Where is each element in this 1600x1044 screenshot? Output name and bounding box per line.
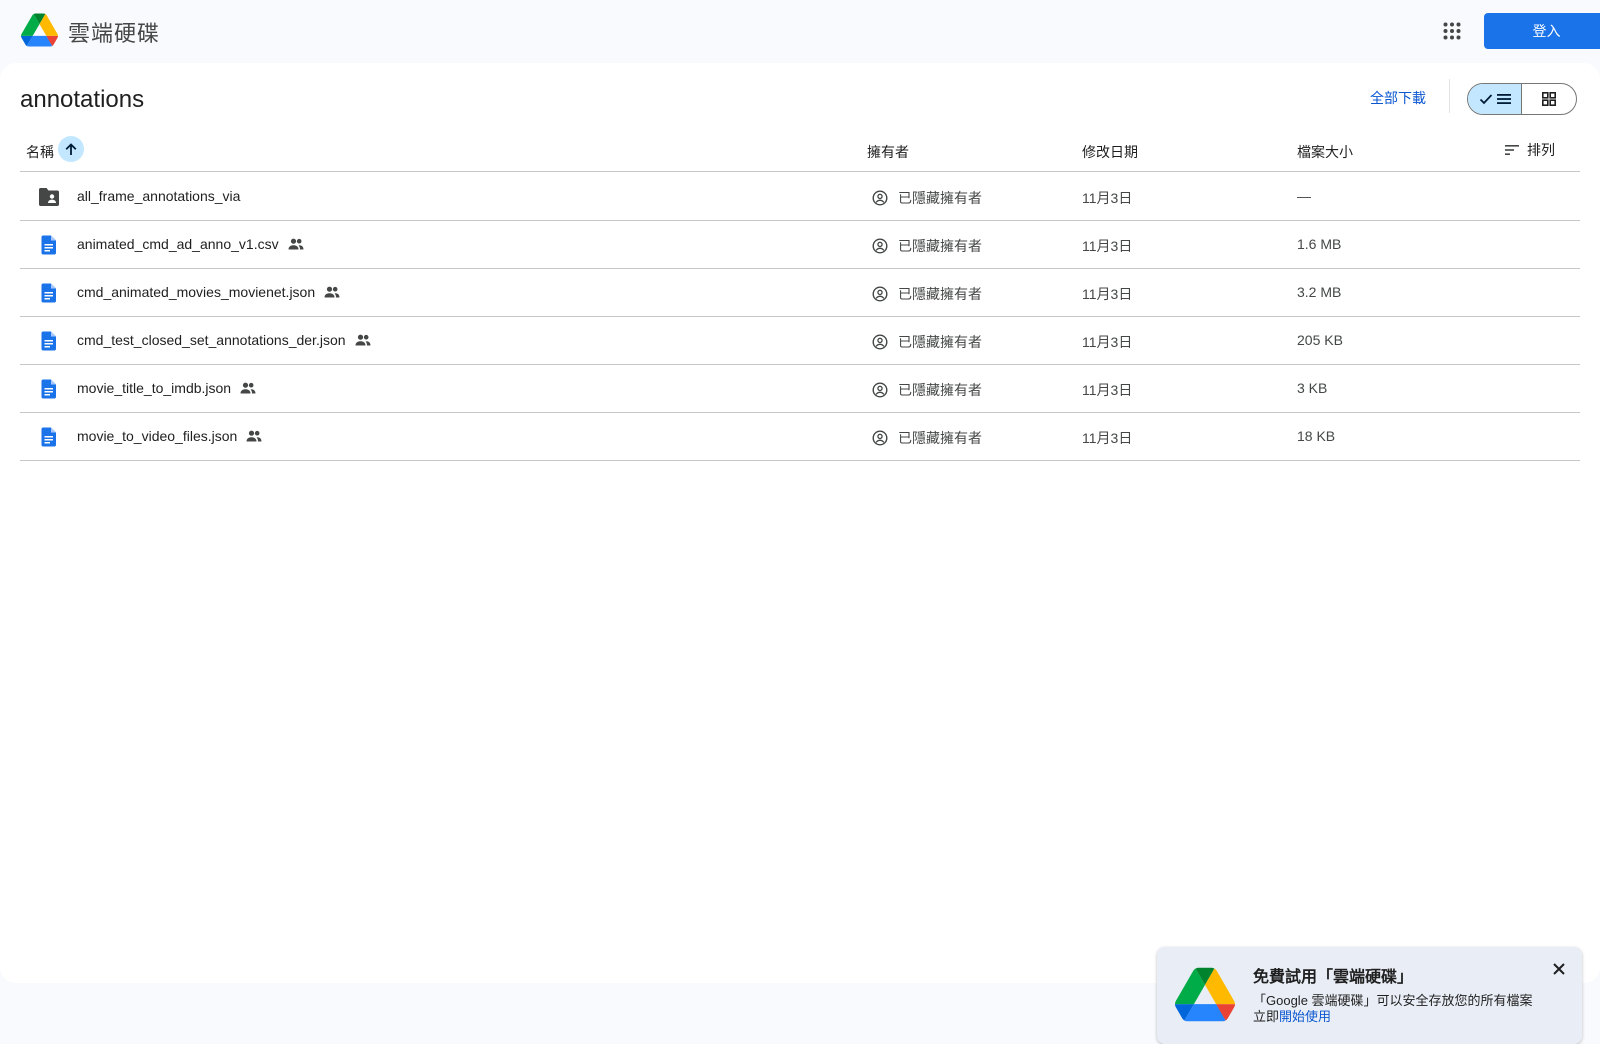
column-modified-header: 修改日期 — [1082, 144, 1138, 160]
shared-people-icon — [324, 286, 340, 298]
row-name-cell: movie_title_to_imdb.json — [77, 380, 256, 396]
owner-label: 已隱藏擁有者 — [898, 238, 982, 254]
file-name: movie_to_video_files.json — [77, 428, 238, 444]
column-owner-header: 擁有者 — [867, 144, 909, 160]
owner-label: 已隱藏擁有者 — [898, 190, 982, 206]
hidden-owner-icon — [872, 334, 888, 350]
promo-cta-prefix: 立即 — [1253, 1009, 1280, 1024]
sort-lines-icon — [1505, 144, 1519, 155]
arrow-up-icon — [65, 142, 77, 155]
toolbar-divider — [1449, 79, 1450, 113]
row-name-cell: all_frame_annotations_via — [77, 188, 240, 204]
owner-label: 已隱藏擁有者 — [898, 334, 982, 350]
row-owner-cell: 已隱藏擁有者 — [872, 380, 982, 400]
modified-date: 11月3日 — [1082, 430, 1133, 446]
hidden-owner-icon — [872, 286, 888, 302]
file-size: 3.2 MB — [1297, 284, 1342, 300]
checkmark-icon — [1479, 94, 1492, 105]
drive-logo-icon — [1175, 967, 1235, 1022]
sort-label: 排列 — [1527, 142, 1555, 158]
owner-label: 已隱藏擁有者 — [898, 286, 982, 302]
list-view-button[interactable] — [1468, 84, 1523, 114]
close-icon[interactable] — [1551, 961, 1567, 977]
folder-row[interactable]: all_frame_annotations_via 已隱藏擁有者 11月3日 — — [20, 173, 1580, 221]
owner-label: 已隱藏擁有者 — [898, 430, 982, 446]
file-name: all_frame_annotations_via — [77, 188, 241, 204]
modified-date: 11月3日 — [1082, 190, 1133, 206]
file-size: 205 KB — [1297, 332, 1343, 348]
file-row[interactable]: cmd_test_closed_set_annotations_der.json… — [20, 317, 1580, 365]
file-list: all_frame_annotations_via 已隱藏擁有者 11月3日 — — [20, 173, 1580, 461]
document-icon — [41, 235, 56, 255]
row-owner-cell: 已隱藏擁有者 — [872, 428, 982, 448]
row-owner-cell: 已隱藏擁有者 — [872, 188, 982, 208]
modified-date: 11月3日 — [1082, 382, 1133, 398]
file-name: animated_cmd_ad_anno_v1.csv — [77, 236, 279, 252]
hidden-owner-icon — [872, 430, 888, 446]
hidden-owner-icon — [872, 238, 888, 254]
sort-direction-button[interactable] — [58, 136, 84, 162]
file-row[interactable]: movie_title_to_imdb.json 已隱藏擁有者 11月3日 3 … — [20, 365, 1580, 413]
view-toggle — [1467, 83, 1577, 115]
folder-title: annotations — [20, 86, 145, 113]
download-all-link[interactable]: 全部下載 — [1370, 88, 1426, 108]
column-size-header: 檔案大小 — [1297, 144, 1353, 160]
top-bar: 雲端硬碟 登入 — [0, 0, 1600, 62]
grid-icon — [1542, 92, 1556, 106]
promo-title: 免費試用「雲端硬碟」 — [1253, 969, 1414, 986]
document-icon — [41, 379, 56, 399]
row-owner-cell: 已隱藏擁有者 — [872, 284, 982, 304]
get-started-link[interactable]: 開始使用 — [1279, 1009, 1331, 1024]
modified-date: 11月3日 — [1082, 334, 1133, 350]
file-row[interactable]: cmd_animated_movies_movienet.json 已隱藏擁有者… — [20, 269, 1580, 317]
file-name: movie_title_to_imdb.json — [77, 380, 232, 396]
app-title: 雲端硬碟 — [68, 22, 161, 47]
row-name-cell: movie_to_video_files.json — [77, 428, 262, 444]
shared-people-icon — [240, 382, 256, 394]
promo-card: 免費試用「雲端硬碟」 「Google 雲端硬碟」可以安全存放您的所有檔案 立即開… — [1157, 947, 1582, 1044]
shared-people-icon — [288, 238, 304, 250]
table-header: 名稱 擁有者 修改日期 檔案大小 排列 — [20, 131, 1580, 172]
shared-folder-icon — [39, 188, 59, 206]
column-name-header[interactable]: 名稱 — [26, 142, 54, 162]
promo-cta-line: 立即開始使用 — [1253, 1009, 1533, 1025]
file-size: 18 KB — [1297, 428, 1336, 444]
row-name-cell: cmd_animated_movies_movienet.json — [77, 284, 340, 300]
grid-view-button[interactable] — [1522, 84, 1576, 114]
promo-body: 「Google 雲端硬碟」可以安全存放您的所有檔案 立即開始使用 — [1253, 993, 1533, 1025]
row-owner-cell: 已隱藏擁有者 — [872, 332, 982, 352]
document-icon — [41, 427, 56, 447]
owner-label: 已隱藏擁有者 — [898, 382, 982, 398]
row-owner-cell: 已隱藏擁有者 — [872, 236, 982, 256]
modified-date: 11月3日 — [1082, 286, 1133, 302]
modified-date: 11月3日 — [1082, 238, 1133, 254]
file-name: cmd_test_closed_set_annotations_der.json — [77, 332, 346, 348]
apps-grid-icon — [1443, 22, 1461, 40]
row-name-cell: animated_cmd_ad_anno_v1.csv — [77, 236, 304, 252]
file-size: — — [1297, 188, 1311, 204]
file-row[interactable]: animated_cmd_ad_anno_v1.csv 已隱藏擁有者 11月3日… — [20, 221, 1580, 269]
shared-people-icon — [246, 430, 262, 442]
apps-button[interactable] — [1438, 17, 1466, 45]
list-icon — [1496, 94, 1511, 104]
sort-menu-button[interactable]: 排列 — [1505, 139, 1555, 160]
main-content: annotations 全部下載 名稱 擁有者 修改日期 檔案大小 排列 all… — [0, 63, 1600, 1044]
drive-logo-icon[interactable] — [21, 13, 58, 47]
row-name-cell: cmd_test_closed_set_annotations_der.json — [77, 332, 371, 348]
shared-people-icon — [355, 334, 371, 346]
hidden-owner-icon — [872, 382, 888, 398]
file-size: 1.6 MB — [1297, 236, 1342, 252]
hidden-owner-icon — [872, 190, 888, 206]
file-size: 3 KB — [1297, 380, 1328, 396]
document-icon — [41, 283, 56, 303]
file-name: cmd_animated_movies_movienet.json — [77, 284, 316, 300]
signin-button[interactable]: 登入 — [1484, 13, 1600, 49]
file-row[interactable]: movie_to_video_files.json 已隱藏擁有者 11月3日 1… — [20, 413, 1580, 461]
document-icon — [41, 331, 56, 351]
promo-description: 「Google 雲端硬碟」可以安全存放您的所有檔案 — [1253, 993, 1533, 1008]
